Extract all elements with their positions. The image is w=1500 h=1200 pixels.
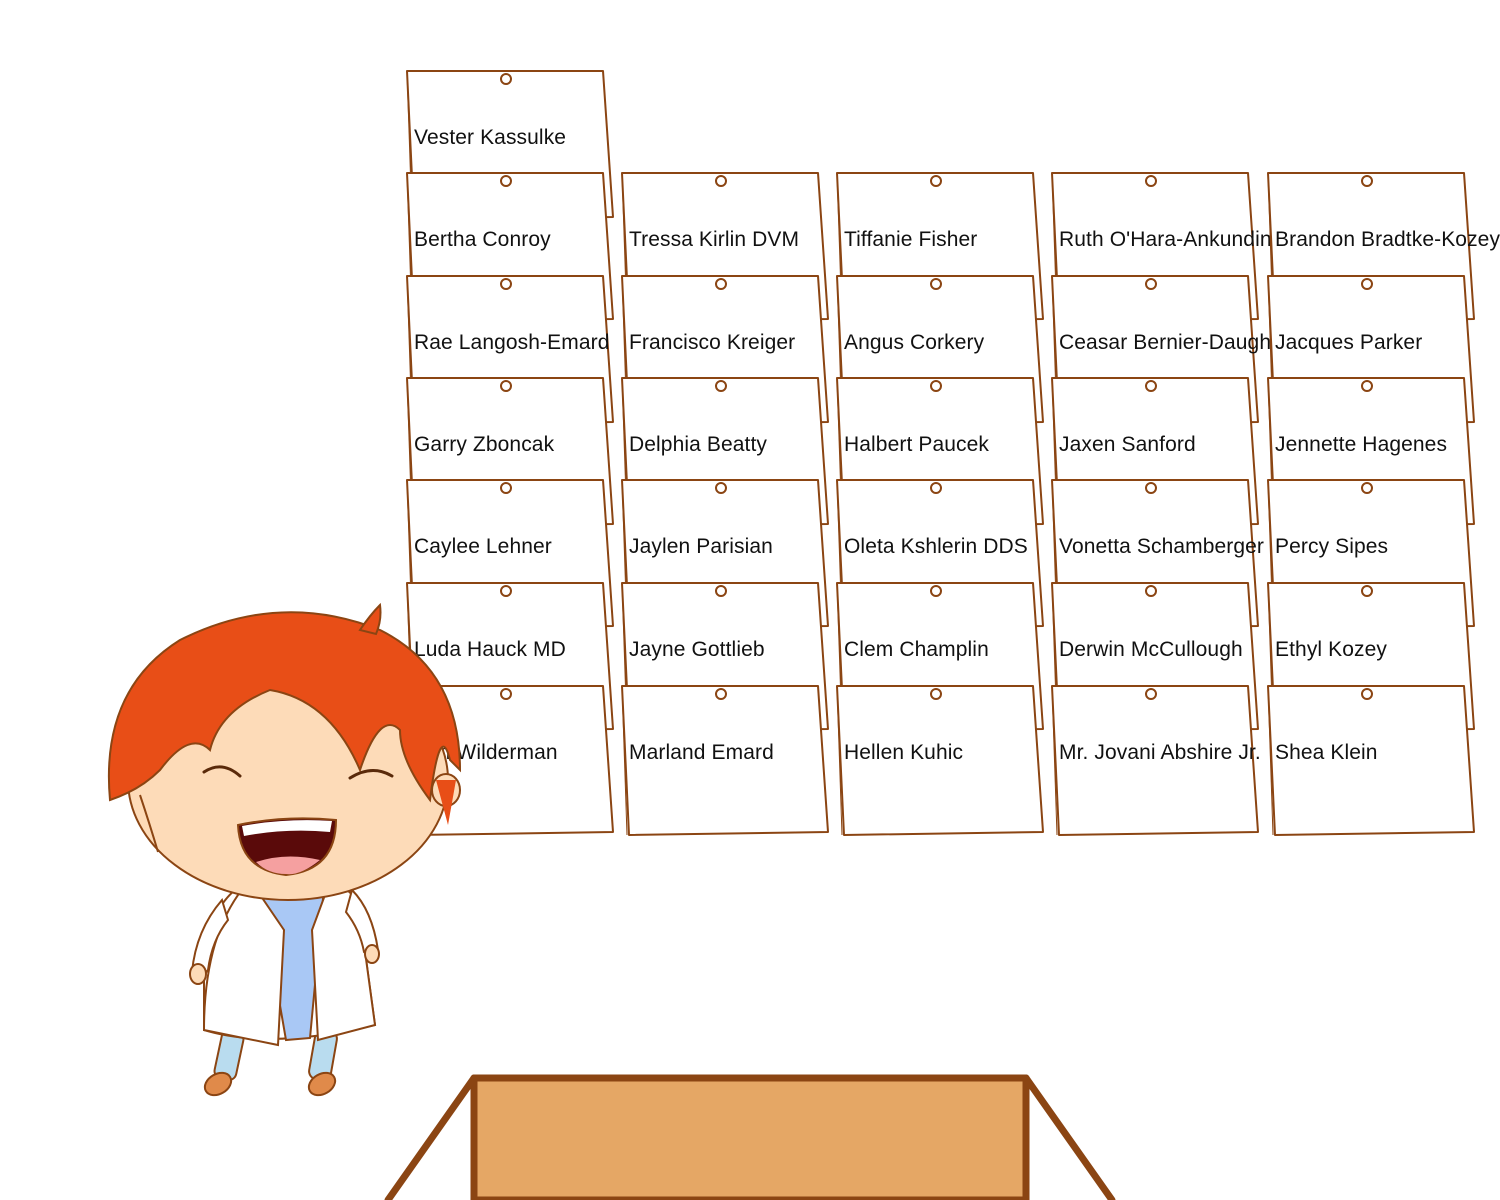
- card-name: Bertha Conroy: [414, 228, 551, 251]
- card-name: Halbert Paucek: [844, 433, 989, 456]
- name-card[interactable]: Marland Emard: [621, 685, 829, 836]
- card-name: Derwin McCullough: [1059, 638, 1243, 661]
- card-name: Garry Zboncak: [414, 433, 555, 456]
- card-pin-hole: [1145, 688, 1157, 700]
- name-card[interactable]: Hellen Kuhic: [836, 685, 1044, 836]
- card-name: Angus Corkery: [844, 331, 985, 354]
- card-pin-hole: [715, 482, 727, 494]
- doctor-character: [107, 602, 462, 1097]
- card-pin-hole: [930, 380, 942, 392]
- card-pin-hole: [930, 482, 942, 494]
- card-pin-hole: [500, 482, 512, 494]
- card-pin-hole: [1361, 380, 1373, 392]
- card-pin-hole: [1145, 482, 1157, 494]
- card-name: Hellen Kuhic: [844, 741, 964, 764]
- card-name: Francisco Kreiger: [629, 331, 796, 354]
- card-pin-hole: [500, 688, 512, 700]
- card-name: Delphia Beatty: [629, 433, 767, 456]
- card-pin-hole: [500, 175, 512, 187]
- card-name: Percy Sipes: [1275, 535, 1389, 558]
- card-name: Brandon Bradtke-Kozey: [1275, 228, 1500, 251]
- card-pin-hole: [1145, 585, 1157, 597]
- card-name: Jaxen Sanford: [1059, 433, 1196, 456]
- card-pin-hole: [1145, 175, 1157, 187]
- card-pin-hole: [930, 278, 942, 290]
- card-name: Rae Langosh-Emard: [414, 331, 610, 354]
- card-pin-hole: [930, 585, 942, 597]
- card-pin-hole: [1361, 482, 1373, 494]
- card-name: Clem Champlin: [844, 638, 989, 661]
- card-pin-hole: [500, 380, 512, 392]
- card-pin-hole: [500, 585, 512, 597]
- card-name: Vonetta Schamberger: [1059, 535, 1265, 558]
- card-pin-hole: [1361, 278, 1373, 290]
- card-pin-hole: [715, 175, 727, 187]
- card-name: Caylee Lehner: [414, 535, 552, 558]
- card-name: Tiffanie Fisher: [844, 228, 978, 251]
- card-name: Jaylen Parisian: [629, 535, 773, 558]
- card-pin-hole: [500, 278, 512, 290]
- card-pin-hole: [1361, 585, 1373, 597]
- card-name: Jacques Parker: [1275, 331, 1423, 354]
- card-name: Ethyl Kozey: [1275, 638, 1387, 661]
- name-card[interactable]: Shea Klein: [1267, 685, 1475, 836]
- card-pin-hole: [500, 73, 512, 85]
- cardboard-box[interactable]: [380, 1070, 1120, 1200]
- card-name: Marland Emard: [629, 741, 774, 764]
- card-name: Jayne Gottlieb: [629, 638, 765, 661]
- card-pin-hole: [930, 175, 942, 187]
- card-name: Mr. Jovani Abshire Jr.: [1059, 741, 1261, 764]
- card-pin-hole: [1361, 688, 1373, 700]
- card-pin-hole: [715, 380, 727, 392]
- card-pin-hole: [715, 688, 727, 700]
- name-card[interactable]: Mr. Jovani Abshire Jr.: [1051, 685, 1261, 836]
- game-stage: Vester Kassulke Bertha Conroy Tressa Kirli…: [0, 0, 1500, 1200]
- card-pin-hole: [930, 688, 942, 700]
- card-name: Shea Klein: [1275, 741, 1378, 764]
- card-pin-hole: [715, 585, 727, 597]
- card-name: Vester Kassulke: [414, 126, 567, 149]
- card-name: Ruth O'Hara-Ankunding: [1059, 228, 1284, 251]
- card-pin-hole: [715, 278, 727, 290]
- card-name: Oleta Kshlerin DDS: [844, 535, 1028, 558]
- card-pin-hole: [1145, 380, 1157, 392]
- card-pin-hole: [1361, 175, 1373, 187]
- card-name: Jennette Hagenes: [1275, 433, 1448, 456]
- card-name: Tressa Kirlin DVM: [629, 228, 800, 251]
- card-pin-hole: [1145, 278, 1157, 290]
